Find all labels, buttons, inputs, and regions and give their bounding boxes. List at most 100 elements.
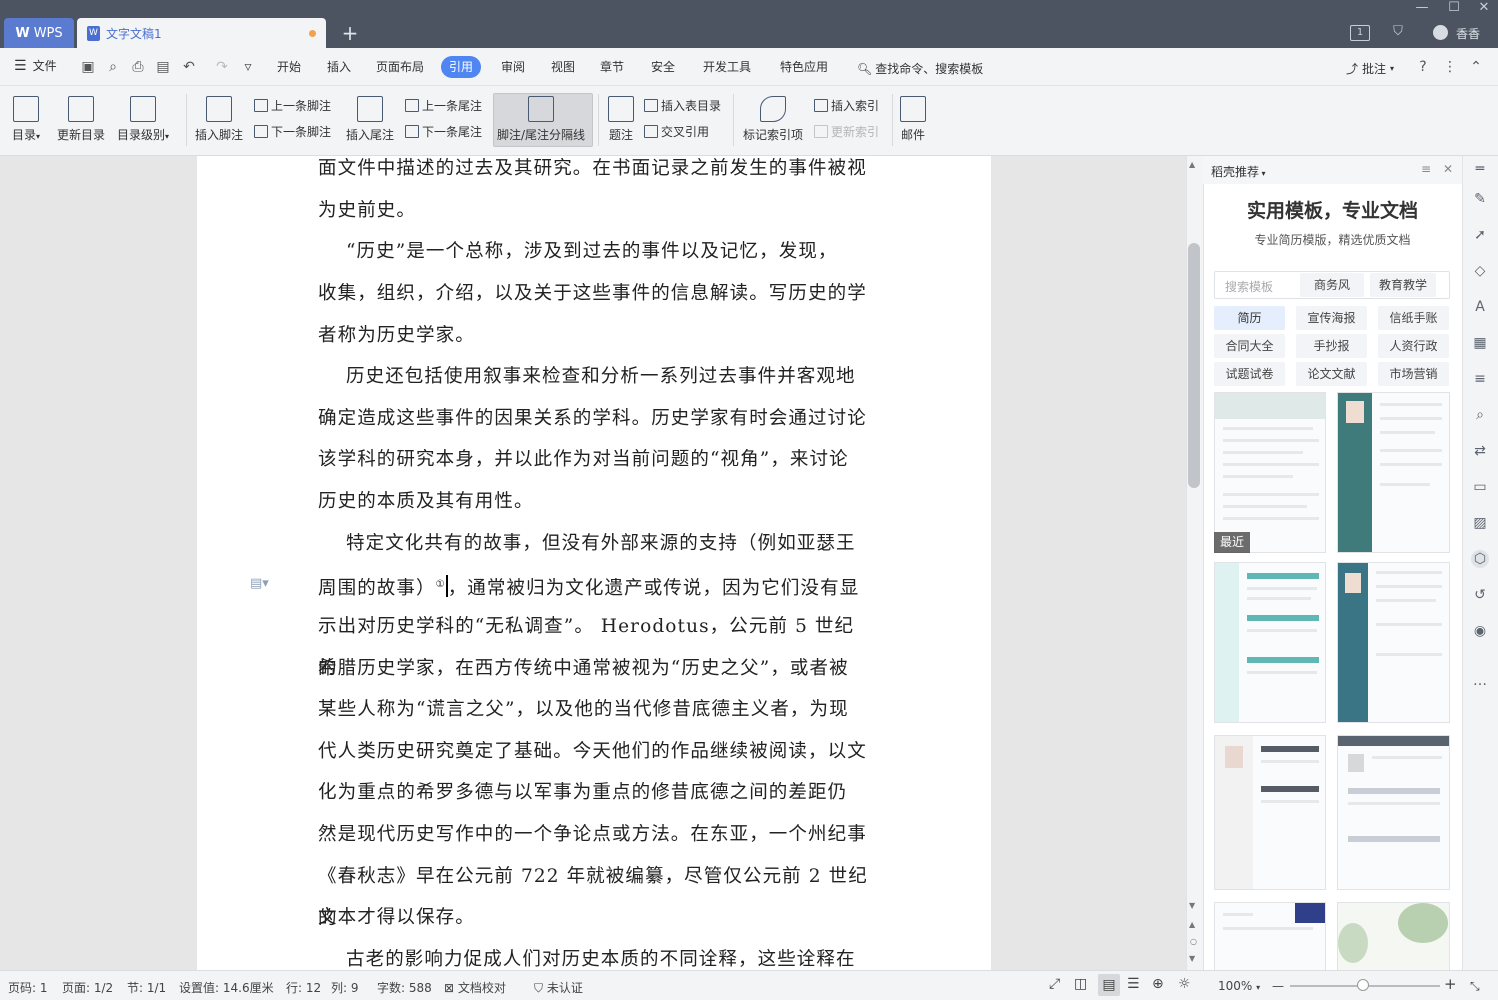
template-thumbnail[interactable] xyxy=(1337,735,1450,890)
select-browse-icon[interactable]: ○ xyxy=(1190,937,1197,946)
maximize-icon[interactable]: ☐ xyxy=(1446,0,1462,15)
scroll-up-icon[interactable]: ▲ xyxy=(1189,160,1195,169)
menu-review[interactable]: 审阅 xyxy=(493,56,533,78)
panel-close-icon[interactable]: ✕ xyxy=(1443,162,1453,176)
template-thumbnail[interactable] xyxy=(1214,735,1326,890)
toc-button[interactable]: 目录▾ xyxy=(12,96,40,143)
eye-protection-icon[interactable]: ☼ xyxy=(1178,976,1191,992)
annotate-button[interactable]: ⤴ 批注 ▾ xyxy=(1346,60,1394,77)
search-tag[interactable]: 教育教学 xyxy=(1370,273,1436,297)
menu-view[interactable]: 视图 xyxy=(543,56,583,78)
file-menu[interactable]: ☰ 文件 xyxy=(14,57,57,74)
prev-page-icon[interactable]: ▲ xyxy=(1189,920,1195,929)
undo-icon[interactable]: ↶ xyxy=(180,58,198,76)
zoom-out-icon[interactable]: — xyxy=(1272,979,1284,993)
zoom-level[interactable]: 100% ▾ xyxy=(1218,979,1260,993)
page-view-icon[interactable]: ▤ xyxy=(1098,974,1120,996)
template-thumbnail[interactable] xyxy=(1214,902,1326,970)
status-row[interactable]: 行: 12 xyxy=(286,979,321,996)
paragraph-line[interactable]: 希腊历史学家，在西方传统中通常被视为“历史之父”，或者被 xyxy=(318,648,871,690)
history-icon[interactable]: ↺ xyxy=(1471,586,1489,604)
template-recommend-icon[interactable]: ⬡ xyxy=(1471,550,1489,568)
menu-security[interactable]: 安全 xyxy=(643,56,683,78)
category-marketing[interactable]: 市场营销 xyxy=(1378,362,1449,386)
panel-menu-icon[interactable]: ≡ xyxy=(1421,162,1431,176)
footnote-separator-content[interactable]: 脚注/尾注分隔线 xyxy=(497,96,585,143)
status-page[interactable]: 页面: 1/2 xyxy=(62,979,113,996)
status-setting[interactable]: 设置值: 14.6厘米 xyxy=(179,979,274,996)
cross-reference-button[interactable]: 交叉引用 xyxy=(644,121,709,141)
menu-developer[interactable]: 开发工具 xyxy=(695,56,759,78)
next-endnote-button[interactable]: 下一条尾注 xyxy=(405,121,482,141)
more-icon[interactable]: ⋮ xyxy=(1441,58,1459,76)
translate-icon[interactable]: ⇄ xyxy=(1471,442,1489,460)
paragraph-line[interactable]: 文本才得以保存。 xyxy=(318,897,871,939)
category-exams[interactable]: 试题试卷 xyxy=(1214,362,1285,386)
mail-button[interactable]: 邮件 xyxy=(900,96,926,143)
outline-view-icon[interactable]: ☰ xyxy=(1127,976,1140,992)
paragraph-line[interactable]: 者称为历史学家。 xyxy=(318,315,871,357)
update-toc-button[interactable]: 更新目录 xyxy=(57,96,105,143)
template-search-input[interactable]: 搜索模板 xyxy=(1225,278,1273,295)
category-resume[interactable]: 简历 xyxy=(1214,306,1285,330)
style-icon[interactable]: A xyxy=(1471,298,1489,316)
new-tab-button[interactable]: + xyxy=(338,20,362,46)
category-hr-admin[interactable]: 人资行政 xyxy=(1378,334,1449,358)
paragraph-line[interactable]: 周围的故事）① ，通常被归为文化遗产或传说，因为它们没有显 xyxy=(318,564,871,610)
status-column[interactable]: 列: 9 xyxy=(331,979,359,996)
paragraph-line[interactable]: 历史的本质及其有用性。 xyxy=(318,481,871,523)
insert-index-button[interactable]: 插入索引 xyxy=(814,95,879,115)
shapes-icon[interactable]: ◇ xyxy=(1471,262,1489,280)
paragraph-line[interactable]: 面文件中描述的过去及其研究。在书面记录之前发生的事件被视 xyxy=(318,148,871,190)
web-view-icon[interactable]: ⊕ xyxy=(1152,976,1164,992)
collapse-ribbon-icon[interactable]: ⌃ xyxy=(1467,58,1485,76)
prev-footnote-button[interactable]: 上一条脚注 xyxy=(254,95,331,115)
scrollbar-thumb[interactable] xyxy=(1188,243,1200,488)
archive-icon[interactable]: ▭ xyxy=(1471,478,1489,496)
zoom-in-icon[interactable]: + xyxy=(1444,975,1457,993)
menu-page-layout[interactable]: 页面布局 xyxy=(368,56,432,78)
footnote-reference[interactable]: ① xyxy=(436,579,446,590)
paragraph-line[interactable]: 代人类历史研究奠定了基础。今天他们的作品继续被阅读，以文 xyxy=(318,731,871,773)
paragraph-line[interactable]: 特定文化共有的故事，但没有外部来源的支持（例如亚瑟王 xyxy=(318,523,871,565)
user-name[interactable]: 香香 xyxy=(1456,25,1480,42)
table-icon[interactable]: ▦ xyxy=(1471,334,1489,352)
mark-index-button[interactable]: 标记索引项 xyxy=(743,96,803,143)
template-thumbnail[interactable] xyxy=(1337,392,1450,553)
document-search-icon[interactable]: ⌕ xyxy=(1471,406,1489,424)
category-poster[interactable]: 宣传海报 xyxy=(1296,306,1367,330)
paragraph-line[interactable]: 化为重点的希罗多德与以军事为重点的修昔底德之间的差距仍 xyxy=(318,772,871,814)
more-tools-icon[interactable]: … xyxy=(1471,672,1489,690)
toc-level-button[interactable]: 目录级别▾ xyxy=(117,96,169,143)
next-footnote-button[interactable]: 下一条脚注 xyxy=(254,121,331,141)
print-preview-icon[interactable]: ▤ xyxy=(154,58,172,76)
paragraph-layout-icon[interactable]: ▤▾ xyxy=(250,576,269,591)
certification-status[interactable]: ⛉ 未认证 xyxy=(534,979,583,996)
format-painter-icon[interactable]: ⌕ xyxy=(104,58,122,76)
paragraph-line[interactable]: 古老的影响力促成人们对历史本质的不同诠释，这些诠释在 xyxy=(318,939,871,970)
print-icon[interactable]: ⎙ xyxy=(129,58,147,76)
insert-footnote-button[interactable]: 插入脚注 xyxy=(195,96,243,143)
template-thumbnail[interactable] xyxy=(1337,902,1450,970)
proofread-button[interactable]: ⊠ 文档校对 xyxy=(444,979,506,996)
save-icon[interactable]: ▣ xyxy=(79,58,97,76)
search-tag[interactable]: 商务风 xyxy=(1300,273,1364,297)
toolbar-collapse-icon[interactable]: ═ xyxy=(1471,160,1489,178)
skin-icon[interactable]: ⛉ xyxy=(1388,24,1408,39)
redo-icon[interactable]: ↷ xyxy=(213,58,231,76)
image-icon[interactable]: ▨ xyxy=(1471,514,1489,532)
paragraph-line[interactable]: 某些人称为“谎言之父”，以及他的当代修昔底德主义者，为现 xyxy=(318,689,871,731)
template-thumbnail[interactable] xyxy=(1337,562,1450,723)
close-icon[interactable]: ✕ xyxy=(1476,0,1492,15)
tab-document[interactable]: W 文字文稿1 xyxy=(77,18,326,48)
menu-features[interactable]: 特色应用 xyxy=(772,56,836,78)
paragraph-line[interactable]: 为史前史。 xyxy=(318,190,871,232)
fit-page-icon[interactable]: ⤡ xyxy=(1470,979,1480,994)
paragraph-line[interactable]: 历史还包括使用叙事来检查和分析一系列过去事件并客观地 xyxy=(318,356,871,398)
select-cursor-icon[interactable]: ➚ xyxy=(1471,226,1489,244)
tab-wps-home[interactable]: W WPS xyxy=(4,18,74,48)
quick-access-dropdown-icon[interactable]: ▿ xyxy=(239,58,257,76)
panel-title[interactable]: 稻壳推荐 ▾ xyxy=(1211,163,1266,180)
status-section[interactable]: 节: 1/1 xyxy=(127,979,166,996)
prev-endnote-button[interactable]: 上一条尾注 xyxy=(405,95,482,115)
